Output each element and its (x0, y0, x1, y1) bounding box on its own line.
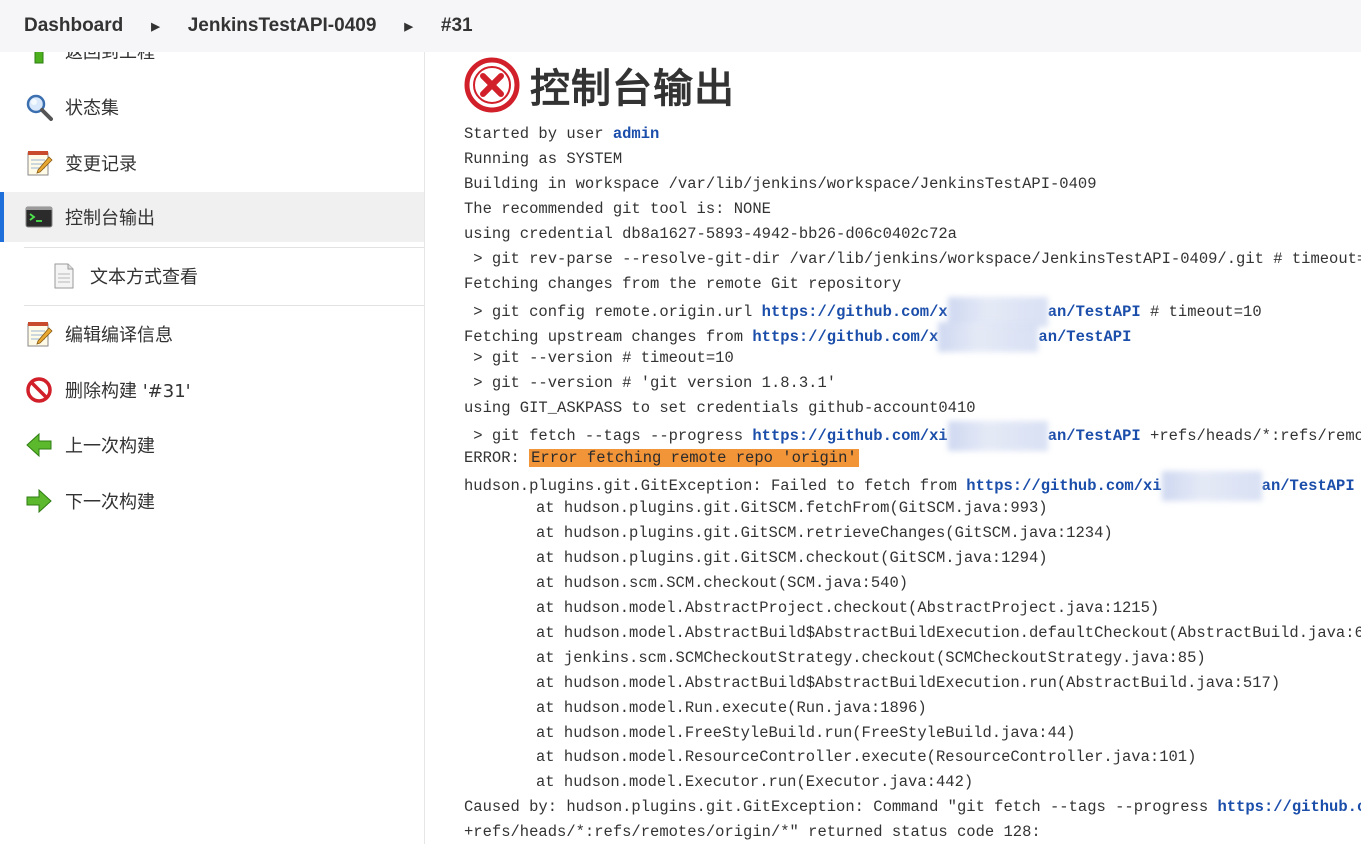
user-link[interactable]: admin (613, 125, 660, 143)
repo-link[interactable]: https://github.com/x an/TestAPI (752, 321, 1132, 352)
console-line: Running as SYSTEM (464, 149, 623, 168)
notepad-icon (27, 151, 53, 176)
magnifier-icon (26, 94, 53, 121)
redacted-blur (938, 321, 1039, 352)
chevron-right-icon[interactable]: ▶ (404, 20, 412, 33)
console-line: > git rev-parse --resolve-git-dir /var/l… (464, 249, 1361, 268)
sidebar-item-label: 变更记录 (65, 154, 137, 175)
sidebar-item-edit-build-info[interactable]: 编辑编译信息 (0, 309, 424, 359)
stack-trace-line: at hudson.plugins.git.GitSCM.retrieveCha… (536, 524, 1113, 542)
console-text: > git config remote.origin.url (464, 302, 762, 321)
console-text: > git fetch --tags --progress (464, 427, 753, 446)
active-indicator (0, 192, 4, 242)
stack-trace-line: at hudson.model.AbstractBuild$AbstractBu… (536, 623, 1361, 642)
console-text: Fetching upstream changes from (464, 327, 753, 346)
chevron-right-icon[interactable]: ▶ (151, 20, 159, 33)
redacted-blur (1161, 471, 1262, 502)
sidebar-item-label: 删除构建 '#31' (65, 381, 191, 402)
repo-link-start: https://github.com/xi (966, 477, 1162, 496)
repo-link[interactable]: https://github.com/xi an/TestAPI (966, 471, 1355, 502)
error-highlight: Error fetching remote repo 'origin' (529, 449, 859, 468)
console-line: > git --version # timeout=10 (464, 349, 734, 368)
console-line: Building in workspace /var/lib/jenkins/w… (464, 174, 1097, 193)
console-line: using GIT_ASKPASS to set credentials git… (464, 399, 976, 418)
console-line: > git config remote.origin.url https://g… (464, 296, 1361, 327)
breadcrumb: Dashboard ▶ JenkinsTestAPI-0409 ▶ #31 (0, 0, 1361, 52)
breadcrumb-dashboard[interactable]: Dashboard (24, 15, 123, 37)
repo-link-end: an/TestAPI (1047, 302, 1141, 321)
console-line: +refs/heads/*:refs/remotes/origin/*" ret… (464, 823, 1041, 842)
console-line: Caused by: hudson.plugins.git.GitExcepti… (464, 795, 1361, 820)
stack-trace-line: at hudson.model.Run.execute(Run.java:189… (536, 698, 927, 717)
console-line: Fetching upstream changes from https://g… (464, 321, 1361, 352)
redacted-blur (947, 421, 1048, 452)
sidebar-item-label: 文本方式查看 (90, 267, 198, 288)
repo-link[interactable]: https://github.com/x an/TestAPI (761, 296, 1141, 327)
repo-link-start: https://github.com/x (752, 327, 939, 346)
sidebar-item-label: 编辑编译信息 (65, 325, 173, 346)
stack-trace-line: at hudson.model.ResourceController.execu… (536, 748, 1197, 767)
console-line: Fetching changes from the remote Git rep… (464, 274, 902, 293)
sidebar-item-previous-build[interactable]: 上一次构建 (0, 420, 424, 470)
repo-link-end: an/TestAPI (1038, 327, 1132, 346)
sidebar-item-view-as-plain-text[interactable]: 文本方式查看 (0, 251, 424, 301)
console-text: hudson.plugins.git.GitException: Failed … (464, 477, 967, 496)
repo-link-start: https://github.com/x (761, 302, 948, 321)
stack-trace-line: at jenkins.scm.SCMCheckoutStrategy.check… (536, 648, 1206, 667)
right-arrow-icon (26, 488, 52, 514)
left-arrow-icon (26, 432, 52, 458)
stack-trace-line: at hudson.plugins.git.GitSCM.checkout(Gi… (536, 548, 1048, 567)
page-title: 控制台输出 (530, 66, 735, 112)
terminal-icon (25, 206, 53, 228)
page-header: 控制台输出 (464, 56, 735, 114)
sidebar-item-label: 上一次构建 (65, 436, 155, 457)
console-line: hudson.plugins.git.GitException: Failed … (464, 471, 1361, 502)
console-line: > git fetch --tags --progress https://gi… (464, 421, 1361, 452)
console-text: Caused by: hudson.plugins.git.GitExcepti… (464, 798, 1218, 817)
error-icon (464, 57, 520, 113)
console-line: using credential db8a1627-5893-4942-bb26… (464, 224, 957, 243)
console-text: +refs/heads/*:refs/remotes/origin/* (1150, 427, 1361, 446)
repo-link-end: an/TestAPI (1047, 427, 1141, 446)
breadcrumb-job[interactable]: JenkinsTestAPI-0409 (188, 15, 377, 37)
repo-link[interactable]: https://github.co (1217, 798, 1361, 816)
sidebar-item-label: 下一次构建 (65, 492, 155, 513)
sidebar-item-console-output[interactable]: 控制台输出 (0, 192, 424, 242)
notepad-icon (27, 322, 53, 347)
console-text: ERROR: (464, 449, 530, 468)
console-line-error: ERROR: Error fetching remote repo 'origi… (464, 446, 1361, 471)
repo-link-start: https://github.com/xi (752, 427, 948, 446)
sidebar-item-label: 状态集 (65, 98, 119, 119)
stack-trace-line: at hudson.model.FreeStyleBuild.run(FreeS… (536, 723, 1076, 742)
console-output: Started by user admin Running as SYSTEM … (464, 122, 1361, 844)
panel-divider (424, 52, 425, 844)
sidebar-item-changes[interactable]: 变更记录 (0, 138, 424, 188)
sidebar: 返回到工程 状态集 变更记录 控制台输出 文本方式查看 编辑编译信息 删除构建 … (0, 0, 424, 844)
repo-link[interactable]: https://github.com/xi an/TestAPI (752, 421, 1141, 452)
repo-link-end: an/TestAPI (1261, 477, 1355, 496)
console-line: > git --version # 'git version 1.8.3.1' (464, 374, 837, 393)
sidebar-item-next-build[interactable]: 下一次构建 (0, 476, 424, 526)
stack-trace-line: at hudson.model.AbstractProject.checkout… (536, 598, 1160, 617)
divider (24, 305, 424, 306)
stack-trace-line: at hudson.model.AbstractBuild$AbstractBu… (536, 673, 1281, 692)
sidebar-item-label: 控制台输出 (65, 208, 155, 229)
breadcrumb-build[interactable]: #31 (441, 15, 473, 37)
console-line: Started by user admin (464, 122, 1361, 147)
console-text: Started by user (464, 125, 613, 143)
sidebar-item-delete-build[interactable]: 删除构建 '#31' (0, 365, 424, 415)
console-line: The recommended git tool is: NONE (464, 199, 771, 218)
stack-trace-line: at hudson.model.Executor.run(Executor.ja… (536, 773, 974, 792)
sidebar-item-status[interactable]: 状态集 (0, 82, 424, 132)
console-text: # timeout=10 (1140, 302, 1262, 321)
stack-trace-line: at hudson.scm.SCM.checkout(SCM.java:540) (536, 573, 909, 592)
document-icon (54, 263, 74, 289)
divider (24, 247, 424, 248)
no-entry-icon (26, 377, 52, 403)
